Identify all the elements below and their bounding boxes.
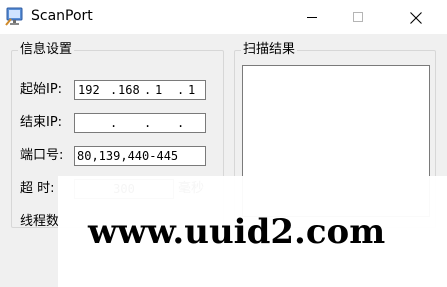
title-bar[interactable]: ScanPort [0, 0, 447, 34]
start-ip-octet-1[interactable]: 192 [78, 81, 100, 99]
info-settings-legend: 信息设置 [18, 42, 75, 58]
port-label: 端口号: [20, 148, 64, 163]
end-ip-label: 结束IP: [20, 115, 63, 130]
end-ip-field[interactable]: . . . [74, 113, 206, 133]
ip-dot: . [144, 83, 152, 97]
start-ip-octet-3[interactable]: 1 [155, 81, 162, 99]
watermark-text: www.uuid2.com [88, 212, 386, 252]
ip-dot: . [177, 83, 185, 97]
ip-dot: . [177, 116, 185, 130]
scanport-app-icon [5, 7, 25, 27]
minimize-button[interactable] [289, 0, 335, 34]
maximize-button[interactable] [335, 0, 381, 34]
ip-dot: . [144, 116, 152, 130]
maximize-icon [353, 12, 363, 22]
minimize-icon [307, 17, 317, 18]
scan-results-legend: 扫描结果 [241, 42, 298, 58]
port-input[interactable]: 80,139,440-445 [74, 146, 206, 166]
close-button[interactable] [392, 0, 438, 34]
start-ip-field[interactable]: 192 . 168 . 1 . 1 [74, 80, 206, 100]
threads-label: 线程数 [20, 214, 60, 229]
start-ip-octet-2[interactable]: 168 [118, 81, 140, 99]
close-icon [410, 12, 422, 24]
timeout-label: 超 时: [20, 181, 55, 196]
start-ip-label: 起始IP: [20, 82, 63, 97]
start-ip-octet-4[interactable]: 1 [188, 81, 195, 99]
ip-dot: . [110, 116, 118, 130]
window-title: ScanPort [31, 8, 93, 24]
ip-dot: . [110, 83, 118, 97]
